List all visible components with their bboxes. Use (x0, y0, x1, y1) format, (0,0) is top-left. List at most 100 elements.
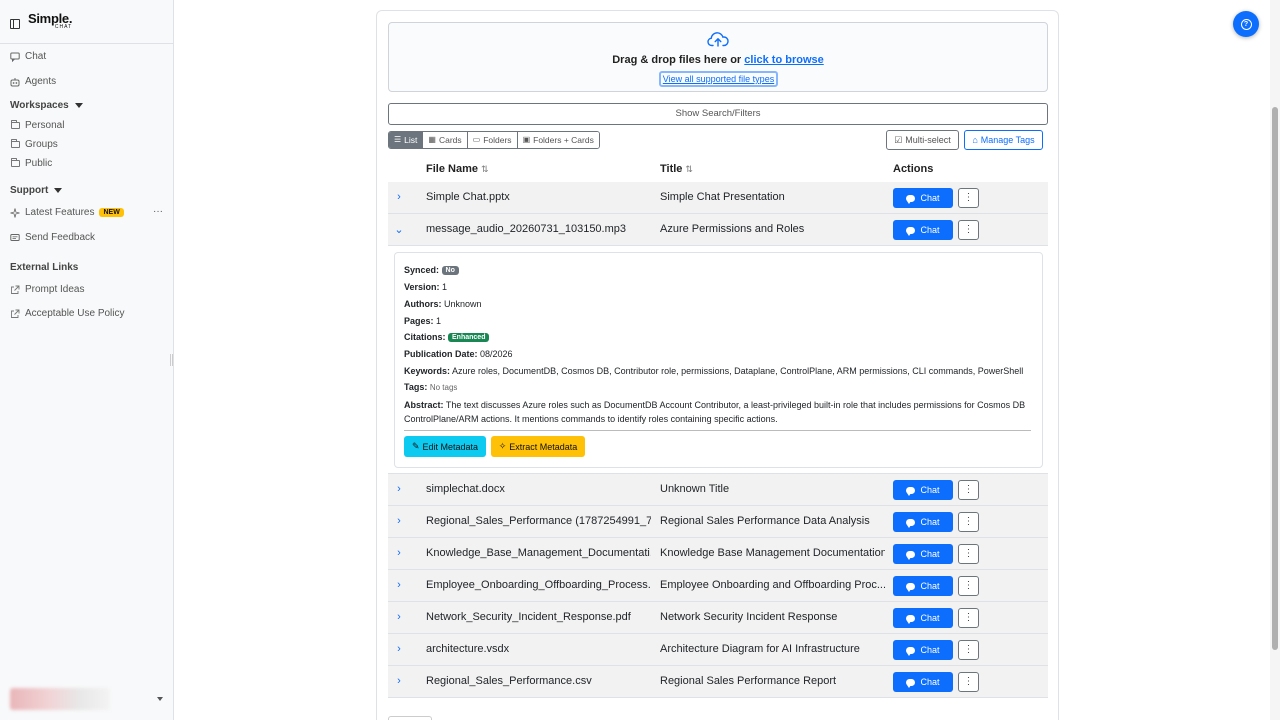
document-title: Regional Sales Performance Report (660, 675, 837, 687)
sidebar-resize-handle[interactable] (170, 354, 173, 366)
sidebar-item-label: Chat (25, 51, 47, 62)
manage-tags-button[interactable]: ⌂ Manage Tags (964, 130, 1043, 150)
chat-button[interactable]: Chat (893, 512, 953, 532)
chevron-right-icon[interactable]: › (394, 483, 404, 497)
table-row[interactable]: › Network_Security_Incident_Response.pdf… (388, 602, 1048, 634)
help-button[interactable]: ? (1233, 11, 1259, 37)
more-actions-button[interactable]: ⋮ (958, 220, 979, 240)
view-cards-button[interactable]: ▦ Cards (423, 132, 468, 148)
view-folders-button[interactable]: ▭ Folders (467, 132, 518, 148)
chat-bubble-icon (906, 678, 916, 688)
scrollbar-thumb[interactable] (1272, 107, 1278, 650)
view-folders-cards-button[interactable]: ▣ Folders + Cards (517, 132, 599, 148)
sidebar-item-latest-features[interactable]: Latest Features NEW (10, 207, 124, 218)
show-search-filters-button[interactable]: Show Search/Filters (388, 103, 1048, 125)
column-header-actions: Actions (893, 163, 934, 175)
sidebar-item-label: Public (25, 158, 53, 169)
chevron-down-icon[interactable] (157, 697, 163, 701)
table-row[interactable]: › Employee_Onboarding_Offboarding_Proces… (388, 570, 1048, 602)
more-actions-button[interactable]: ⋮ (958, 188, 979, 208)
question-icon: ? (1240, 18, 1252, 30)
avatar[interactable] (10, 688, 110, 710)
column-header-file-name[interactable]: File Name ⇅ (426, 163, 489, 175)
caret-down-icon (54, 188, 63, 193)
folder-icon (10, 139, 20, 150)
more-actions-button[interactable]: ⋮ (958, 640, 979, 660)
chat-bubble-icon (906, 194, 916, 204)
upload-dropzone[interactable]: Drag & drop files here or click to brows… (388, 22, 1048, 92)
sidebar-item-acceptable-use-policy[interactable]: Acceptable Use Policy (10, 308, 125, 319)
more-actions-button[interactable]: ⋮ (958, 480, 979, 500)
meta-keywords: Keywords: Azure roles, DocumentDB, Cosmo… (404, 366, 1024, 376)
edit-metadata-button[interactable]: ✎ Edit Metadata (404, 436, 486, 457)
sidebar-item-personal[interactable]: Personal (10, 120, 64, 131)
table-row[interactable]: › simplechat.docx Unknown Title Chat ⋮ (388, 474, 1048, 506)
chevron-right-icon[interactable]: › (394, 675, 404, 689)
folder-grid-icon: ▣ (522, 135, 531, 144)
chat-button[interactable]: Chat (893, 188, 953, 208)
view-switcher: ☰ List ▦ Cards ▭ Folders ▣ Folders + Cards (388, 131, 600, 149)
browse-link[interactable]: click to browse (744, 54, 823, 66)
table-row[interactable]: › architecture.vsdx Architecture Diagram… (388, 634, 1048, 666)
chevron-right-icon[interactable]: › (394, 579, 404, 593)
chat-button[interactable]: Chat (893, 640, 953, 660)
document-title: Architecture Diagram for AI Infrastructu… (660, 643, 860, 655)
folder-icon (10, 158, 20, 169)
more-actions-button[interactable]: ⋮ (958, 608, 979, 628)
supported-file-types-link[interactable]: View all supported file types (659, 71, 778, 87)
chat-button[interactable]: Chat (893, 672, 953, 692)
more-options-icon[interactable]: ··· (153, 206, 163, 217)
table-row[interactable]: ⌄ message_audio_20260731_103150.mp3 Azur… (388, 214, 1048, 246)
chevron-right-icon[interactable]: › (394, 643, 404, 657)
sidebar-item-send-feedback[interactable]: Send Feedback (10, 232, 95, 243)
table-row[interactable]: › Regional_Sales_Performance (1787254991… (388, 506, 1048, 538)
chat-button[interactable]: Chat (893, 480, 953, 500)
multi-select-button[interactable]: ☑ Multi-select (886, 130, 959, 150)
sidebar-item-chat[interactable]: Chat (10, 51, 46, 62)
grid-icon: ▦ (428, 135, 436, 144)
chevron-right-icon[interactable]: › (394, 611, 404, 625)
extract-metadata-button[interactable]: ✧ Extract Metadata (491, 436, 585, 457)
chevron-down-icon[interactable]: ⌄ (394, 223, 404, 237)
sidebar-section-external-links: External Links (10, 262, 79, 273)
column-header-title[interactable]: Title ⇅ (660, 163, 693, 175)
chevron-right-icon[interactable]: › (394, 191, 404, 205)
upload-instructions: Drag & drop files here or click to brows… (612, 54, 824, 66)
sidebar-item-prompt-ideas[interactable]: Prompt Ideas (10, 284, 84, 295)
chat-button[interactable]: Chat (893, 220, 953, 240)
sidebar-item-agents[interactable]: Agents (10, 76, 56, 87)
sidebar-toggle-icon[interactable] (10, 19, 20, 29)
logo[interactable]: Simple. CHAT (28, 12, 72, 30)
pencil-icon: ✎ (411, 441, 420, 451)
meta-version: Version: 1 (404, 282, 448, 292)
sidebar: Simple. CHAT Chat Agents Workspaces Pers… (0, 0, 174, 720)
chevron-right-icon[interactable]: › (394, 515, 404, 529)
chat-button[interactable]: Chat (893, 544, 953, 564)
chat-bubble-icon (906, 518, 916, 528)
synced-badge: No (441, 266, 459, 275)
table-row[interactable]: › Simple Chat.pptx Simple Chat Presentat… (388, 182, 1048, 214)
sort-icon: ⇅ (480, 164, 489, 174)
chat-button[interactable]: Chat (893, 608, 953, 628)
sidebar-item-groups[interactable]: Groups (10, 139, 58, 150)
table-row[interactable]: › Regional_Sales_Performance.csv Regiona… (388, 666, 1048, 698)
more-actions-button[interactable]: ⋮ (958, 672, 979, 692)
document-title: Unknown Title (660, 483, 730, 495)
pagination-control[interactable] (388, 716, 432, 720)
check-square-icon: ☑ (894, 134, 903, 145)
table-row[interactable]: › Knowledge_Base_Management_Documentati.… (388, 538, 1048, 570)
sidebar-item-public[interactable]: Public (10, 158, 52, 169)
view-list-button[interactable]: ☰ List (389, 132, 424, 148)
meta-tags: Tags: No tags (404, 382, 458, 392)
more-actions-button[interactable]: ⋮ (958, 544, 979, 564)
more-actions-button[interactable]: ⋮ (958, 512, 979, 532)
divider (0, 43, 173, 44)
brand: Simple. CHAT (10, 12, 72, 30)
meta-synced: Synced: No (404, 265, 459, 275)
chat-bubble-icon (906, 550, 916, 560)
more-actions-button[interactable]: ⋮ (958, 576, 979, 596)
chevron-right-icon[interactable]: › (394, 547, 404, 561)
sidebar-section-support[interactable]: Support (10, 185, 63, 196)
sidebar-section-workspaces[interactable]: Workspaces (10, 100, 83, 111)
chat-button[interactable]: Chat (893, 576, 953, 596)
